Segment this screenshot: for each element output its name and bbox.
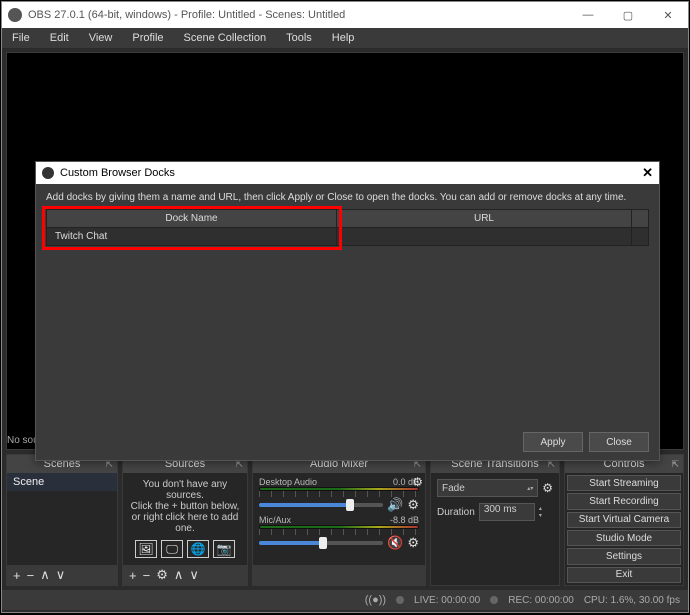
rec-status: REC: 00:00:00 [508, 595, 574, 606]
app-icon [8, 8, 22, 22]
window-maximize[interactable]: ▢ [608, 2, 648, 28]
scenes-panel: Scenes⇱ Scene + − ∧ ∨ [6, 454, 118, 586]
gear-icon[interactable]: ⚙ [407, 497, 419, 513]
dialog-instructions: Add docks by giving them a name and URL,… [46, 192, 649, 203]
apply-button[interactable]: Apply [523, 432, 583, 452]
dialog-close-button[interactable]: ✕ [642, 165, 653, 181]
source-down-button[interactable]: ∨ [189, 567, 199, 583]
menu-help[interactable]: Help [326, 30, 361, 46]
dialog-icon [42, 167, 54, 179]
dock-delete-cell[interactable] [632, 228, 648, 245]
column-delete [632, 210, 648, 227]
menu-profile[interactable]: Profile [126, 30, 169, 46]
gear-icon[interactable]: ⚙ [407, 535, 419, 551]
exit-button[interactable]: Exit [567, 567, 681, 583]
dialog-title-text: Custom Browser Docks [60, 167, 175, 179]
globe-icon: 🌐 [187, 540, 209, 558]
speaker-icon[interactable]: 🔊 [387, 497, 403, 513]
live-status: LIVE: 00:00:00 [414, 595, 480, 606]
menubar: File Edit View Profile Scene Collection … [2, 28, 688, 48]
popout-icon[interactable]: ⇱ [671, 459, 679, 470]
source-up-button[interactable]: ∧ [174, 567, 184, 583]
dialog-titlebar[interactable]: Custom Browser Docks ✕ [36, 162, 659, 184]
display-icon: 🖵 [161, 540, 183, 558]
window-title: OBS 27.0.1 (64-bit, windows) - Profile: … [28, 9, 568, 21]
menu-file[interactable]: File [6, 30, 36, 46]
panels-row: Scenes⇱ Scene + − ∧ ∨ Sources⇱ You don't… [2, 454, 688, 590]
volume-slider[interactable] [259, 503, 383, 507]
duration-label: Duration [437, 507, 475, 518]
column-url[interactable]: URL [337, 210, 632, 227]
mute-icon[interactable]: 🔇 [387, 535, 403, 551]
spinner-arrows-icon[interactable]: ▴▾ [539, 505, 542, 519]
menu-scene-collection[interactable]: Scene Collection [178, 30, 273, 46]
transitions-panel: Scene Transitions⇱ Fade ▴▾ ⚙ Duration 30… [430, 454, 560, 586]
gear-icon[interactable]: ⚙ [542, 481, 553, 495]
table-row[interactable]: Twitch Chat [47, 228, 648, 245]
menu-tools[interactable]: Tools [280, 30, 318, 46]
settings-button[interactable]: Settings [567, 548, 681, 564]
dock-url-cell[interactable] [337, 228, 632, 245]
sources-panel: Sources⇱ You don't have any sources. Cli… [122, 454, 248, 586]
custom-browser-docks-dialog: Custom Browser Docks ✕ Add docks by givi… [35, 161, 660, 461]
add-source-button[interactable]: + [129, 568, 137, 583]
camera-icon: 📷 [213, 540, 235, 558]
broadcast-icon: ((●)) [365, 594, 386, 606]
scene-up-button[interactable]: ∧ [40, 567, 50, 583]
studio-mode-button[interactable]: Studio Mode [567, 530, 681, 546]
audio-mixer-panel: Audio Mixer⇱ ⚙ Desktop Audio 0.0 dB 🔊 ⚙ [252, 454, 426, 586]
live-indicator-icon [396, 596, 404, 604]
dock-name-cell[interactable]: Twitch Chat [47, 228, 337, 245]
cpu-status: CPU: 1.6%, 30.00 fps [584, 595, 680, 606]
status-bar: ((●)) LIVE: 00:00:00 REC: 00:00:00 CPU: … [2, 590, 688, 610]
volume-slider[interactable] [259, 541, 383, 545]
docks-table: Dock Name URL Twitch Chat [46, 209, 649, 246]
start-streaming-button[interactable]: Start Streaming [567, 475, 681, 491]
sources-placeholder: You don't have any sources. Click the + … [129, 479, 241, 534]
combo-arrows-icon: ▴▾ [527, 485, 533, 492]
titlebar: OBS 27.0.1 (64-bit, windows) - Profile: … [2, 2, 688, 28]
channel-db: -8.8 dB [390, 515, 419, 525]
start-recording-button[interactable]: Start Recording [567, 493, 681, 509]
start-virtual-camera-button[interactable]: Start Virtual Camera [567, 512, 681, 528]
scene-down-button[interactable]: ∨ [56, 567, 66, 583]
channel-name: Desktop Audio [259, 477, 317, 487]
mixer-gear-icon[interactable]: ⚙ [412, 475, 423, 489]
remove-scene-button[interactable]: − [27, 568, 35, 583]
channel-name: Mic/Aux [259, 515, 291, 525]
duration-input[interactable]: 300 ms [479, 503, 535, 521]
column-dock-name[interactable]: Dock Name [47, 210, 337, 227]
window-close[interactable]: ✕ [648, 2, 688, 28]
image-icon: 🖼 [135, 540, 157, 558]
transition-select[interactable]: Fade ▴▾ [437, 479, 538, 497]
menu-view[interactable]: View [83, 30, 119, 46]
add-scene-button[interactable]: + [13, 568, 21, 583]
rec-indicator-icon [490, 596, 498, 604]
menu-edit[interactable]: Edit [44, 30, 75, 46]
controls-panel: Controls⇱ Start Streaming Start Recordin… [564, 454, 684, 586]
source-props-button[interactable]: ⚙ [156, 567, 168, 583]
remove-source-button[interactable]: − [143, 568, 151, 583]
close-button[interactable]: Close [589, 432, 649, 452]
scene-item[interactable]: Scene [7, 473, 117, 491]
window-minimize[interactable]: — [568, 2, 608, 28]
